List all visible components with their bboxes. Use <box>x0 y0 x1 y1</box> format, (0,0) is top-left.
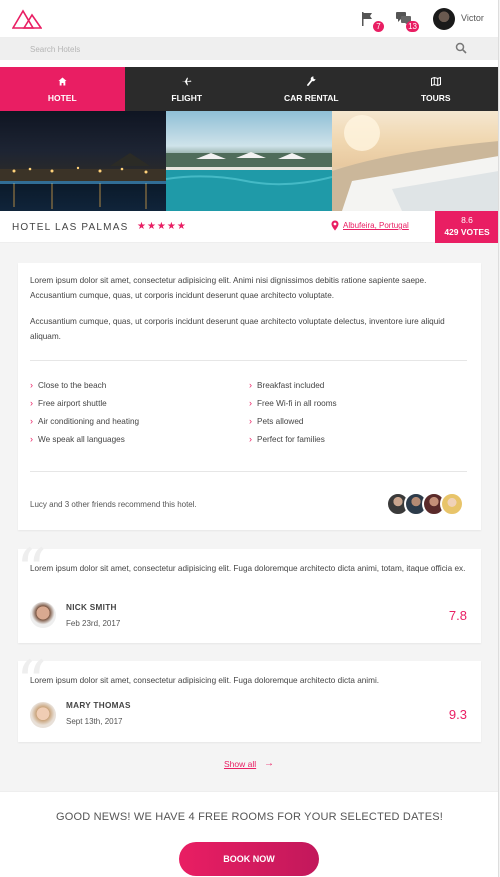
messages-button[interactable]: 13 <box>396 12 419 32</box>
amenity-label: Perfect for families <box>257 435 325 444</box>
review-score: 7.8 <box>448 608 467 623</box>
username-label[interactable]: Victor <box>461 13 484 23</box>
chevron-right-icon: › <box>30 434 33 444</box>
user-avatar[interactable] <box>433 8 455 30</box>
tab-label: CAR RENTAL <box>283 92 339 103</box>
friends-recommend-text: Lucy and 3 other friends recommend this … <box>30 500 197 509</box>
tab-hotel[interactable]: HOTEL <box>0 67 125 111</box>
friend-avatar[interactable] <box>440 492 464 516</box>
review-card: “ Lorem ipsum dolor sit amet, consectetu… <box>16 653 481 742</box>
category-tabs: HOTEL FLIGHT CAR RENTAL TOURS <box>0 67 498 111</box>
tab-flight[interactable]: FLIGHT <box>125 67 250 111</box>
rating-votes: 429 VOTES <box>444 227 490 237</box>
divider <box>30 360 467 361</box>
search-icon[interactable] <box>455 42 467 54</box>
chevron-right-icon: › <box>249 380 252 390</box>
divider <box>30 471 467 472</box>
chevron-right-icon: › <box>249 416 252 426</box>
tab-tours[interactable]: TOURS <box>374 67 499 111</box>
review-score: 9.3 <box>448 707 467 722</box>
top-bar: 7 13 Victor <box>0 0 498 38</box>
tab-label: FLIGHT <box>171 92 203 103</box>
tab-label: TOURS <box>420 92 451 103</box>
reviewer-avatar <box>30 702 56 728</box>
notifications-badge: 7 <box>373 21 384 32</box>
spacer <box>0 60 498 67</box>
amenity-item: › Breakfast included <box>249 380 324 390</box>
logo-icon[interactable] <box>12 8 42 30</box>
reviewer-name: NICK SMITH <box>66 603 117 612</box>
amenity-item: › Free Wi-fi in all rooms <box>249 398 337 408</box>
amenity-label: Pets allowed <box>257 417 304 426</box>
hotel-name: HOTEL LAS PALMAS <box>12 222 129 233</box>
chevron-right-icon: › <box>30 380 33 390</box>
search-bar <box>0 38 498 60</box>
review-text: Lorem ipsum dolor sit amet, consectetur … <box>30 564 466 573</box>
description-paragraph: Accusantium cumque, quas, ut corporis in… <box>30 317 445 341</box>
tab-car-rental[interactable]: CAR RENTAL <box>249 67 374 111</box>
description-paragraph: Lorem ipsum dolor sit amet, consectetur … <box>30 276 427 300</box>
availability-message: GOOD NEWS! WE HAVE 4 FREE ROOMS FOR YOUR… <box>55 811 444 823</box>
hotel-info-bar: HOTEL LAS PALMAS ★★★★★ Albufeira, Portug… <box>0 211 498 243</box>
amenity-item: › We speak all languages <box>30 434 125 444</box>
plane-icon <box>181 77 192 85</box>
review-date: Feb 23rd, 2017 <box>66 619 121 628</box>
reviewer-name: MARY THOMAS <box>66 701 131 710</box>
hotel-photo-gallery <box>0 111 498 211</box>
chevron-right-icon: › <box>249 398 252 408</box>
amenity-item: › Perfect for families <box>249 434 325 444</box>
book-now-button[interactable]: BOOK NOW <box>179 842 319 876</box>
amenity-label: Breakfast included <box>257 381 325 390</box>
messages-badge: 13 <box>406 21 419 32</box>
hotel-location-link[interactable]: Albufeira, Portugal <box>343 221 409 230</box>
rating-badge: 8.6 429 VOTES <box>435 211 498 243</box>
wrench-icon <box>306 76 316 86</box>
review-date: Sept 13th, 2017 <box>66 717 123 726</box>
reviewer-avatar <box>30 602 56 628</box>
flag-icon <box>362 12 372 26</box>
search-input[interactable] <box>30 41 430 57</box>
review-card: “ Lorem ipsum dolor sit amet, consectetu… <box>16 541 481 643</box>
amenity-item: › Air conditioning and heating <box>30 416 139 426</box>
hotel-photo-day-pool[interactable] <box>166 111 332 211</box>
show-all-reviews-link[interactable]: Show all <box>224 759 256 769</box>
notifications-button[interactable]: 7 <box>361 12 384 32</box>
review-text: Lorem ipsum dolor sit amet, consectetur … <box>30 676 380 685</box>
chevron-right-icon: › <box>249 434 252 444</box>
star-rating: ★★★★★ <box>137 221 187 232</box>
hotel-description-card: Lorem ipsum dolor sit amet, consectetur … <box>18 263 481 530</box>
location-pin-icon <box>331 220 339 231</box>
amenity-item: › Close to the beach <box>30 380 106 390</box>
tab-label: HOTEL <box>47 92 77 103</box>
map-icon <box>430 76 441 86</box>
app-frame: 7 13 Victor Search Hotels HOTEL FLIGHT C… <box>0 0 499 877</box>
amenity-item: › Pets allowed <box>249 416 303 426</box>
amenity-label: Free Wi-fi in all rooms <box>257 399 337 408</box>
home-icon <box>58 77 67 85</box>
chevron-right-icon: › <box>30 416 33 426</box>
booking-section: GOOD NEWS! WE HAVE 4 FREE ROOMS FOR YOUR… <box>0 791 498 877</box>
hotel-photo-terrace[interactable] <box>332 111 498 211</box>
amenity-label: We speak all languages <box>38 435 125 444</box>
rating-score: 8.6 <box>461 215 473 225</box>
amenity-label: Air conditioning and heating <box>38 417 140 426</box>
amenity-label: Close to the beach <box>38 381 107 390</box>
amenity-label: Free airport shuttle <box>38 399 107 408</box>
arrow-right-icon[interactable]: → <box>264 758 274 769</box>
chevron-right-icon: › <box>30 398 33 408</box>
amenity-item: › Free airport shuttle <box>30 398 107 408</box>
hotel-photo-night-pool[interactable] <box>0 111 166 211</box>
